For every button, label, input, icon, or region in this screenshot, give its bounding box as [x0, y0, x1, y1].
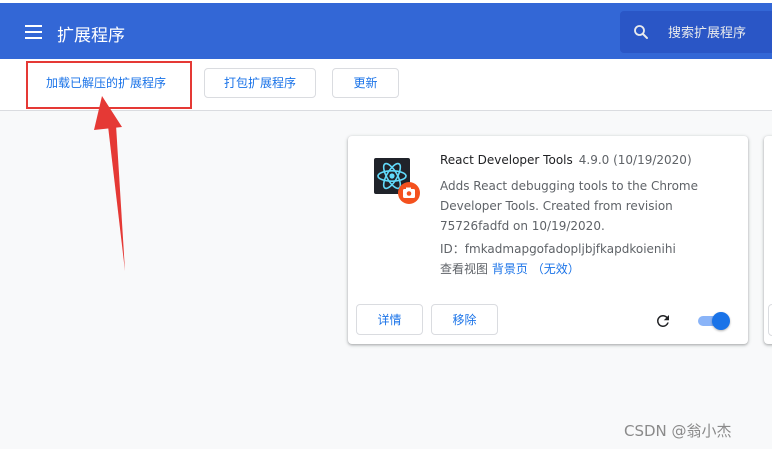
page-title: 扩展程序 [57, 26, 125, 46]
details-button[interactable]: 详情 [356, 304, 423, 335]
watermark: CSDN @翁小杰 [624, 422, 732, 440]
extension-version: 4.9.0 (10/19/2020) [578, 153, 692, 167]
extension-name: React Developer Tools 4.9.0 (10/19/2020) [440, 153, 692, 167]
extension-description: Adds React debugging tools to the Chrome… [440, 179, 699, 233]
extension-id: ID：fmkadmapgofadopljbjfkapdkoienihi [440, 240, 676, 257]
enable-toggle[interactable] [696, 312, 730, 330]
extension-title: React Developer Tools [440, 153, 573, 167]
pack-extension-button[interactable]: 打包扩展程序 [204, 68, 316, 98]
background-page-status: （无效） [531, 262, 580, 276]
search-box[interactable] [620, 11, 772, 53]
toggle-knob [712, 312, 730, 330]
partial-card-button[interactable] [768, 304, 772, 336]
views-label: 查看视图 [440, 262, 489, 276]
update-button[interactable]: 更新 [332, 68, 399, 98]
menu-icon[interactable] [25, 25, 42, 39]
react-logo-icon [374, 158, 420, 204]
load-unpacked-button[interactable]: 加载已解压的扩展程序 [30, 68, 182, 98]
extension-id-label: ID： [440, 242, 465, 256]
extension-card: React Developer Tools 4.9.0 (10/19/2020) … [348, 136, 748, 344]
remove-button[interactable]: 移除 [431, 304, 498, 335]
extension-views: 查看视图 背景页 （无效） [440, 260, 580, 277]
search-icon [634, 25, 648, 39]
search-input[interactable] [666, 20, 770, 46]
app-header: 扩展程序 [0, 0, 772, 59]
background-page-link[interactable]: 背景页 [492, 262, 528, 276]
reload-icon[interactable] [654, 312, 672, 330]
red-arrow-annotation [94, 96, 125, 271]
extension-card-partial [764, 136, 772, 344]
extension-id-value: fmkadmapgofadopljbjfkapdkoienihi [464, 242, 676, 256]
